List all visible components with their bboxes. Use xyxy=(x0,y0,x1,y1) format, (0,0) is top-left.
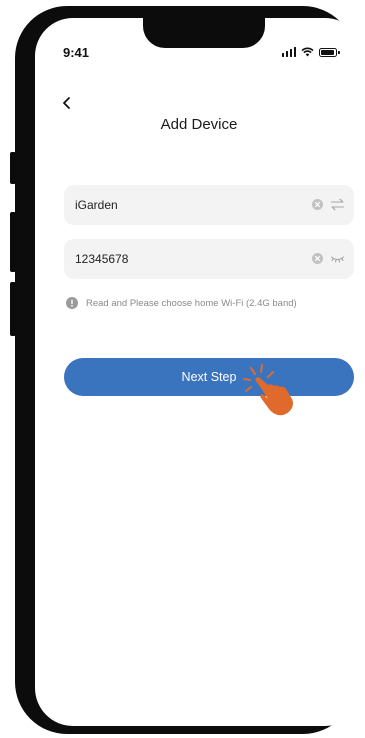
eye-closed-icon[interactable] xyxy=(330,252,345,265)
wifi-ssid-input[interactable] xyxy=(75,185,290,225)
wifi-hint: Read and Please choose home Wi-Fi (2.4G … xyxy=(66,297,297,309)
battery-icon xyxy=(319,48,340,57)
info-circle-icon xyxy=(66,297,78,309)
notch xyxy=(143,18,265,48)
wifi-icon xyxy=(301,47,314,57)
signal-icon xyxy=(281,47,296,57)
wifi-password-input[interactable] xyxy=(75,239,290,279)
phone-screen: 9:41 Add Device iGarden 12345678 Read an… xyxy=(35,18,363,726)
chevron-left-icon[interactable] xyxy=(57,93,77,113)
swap-arrows-icon[interactable] xyxy=(330,197,345,212)
status-time: 9:41 xyxy=(63,45,90,60)
stage: 9:41 Add Device iGarden 12345678 Read an… xyxy=(0,0,365,738)
hint-text: Read and Please choose home Wi-Fi (2.4G … xyxy=(86,297,297,309)
status-icons xyxy=(281,47,340,57)
wifi-password-field xyxy=(64,239,354,279)
wifi-ssid-field xyxy=(64,185,354,225)
clear-circle-icon[interactable] xyxy=(312,253,323,264)
page-title: Add Device xyxy=(160,116,238,133)
home-indicator xyxy=(155,714,255,718)
next-step-button[interactable]: Next Step xyxy=(64,358,354,396)
clear-circle-icon[interactable] xyxy=(312,199,323,210)
phone-frame: 9:41 Add Device iGarden 12345678 Read an… xyxy=(15,6,363,734)
